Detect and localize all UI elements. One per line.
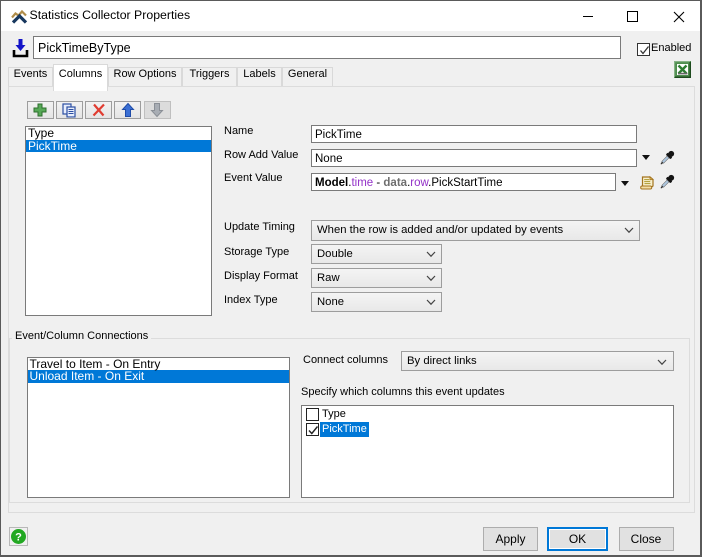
svg-text:?: ? [15, 532, 22, 544]
